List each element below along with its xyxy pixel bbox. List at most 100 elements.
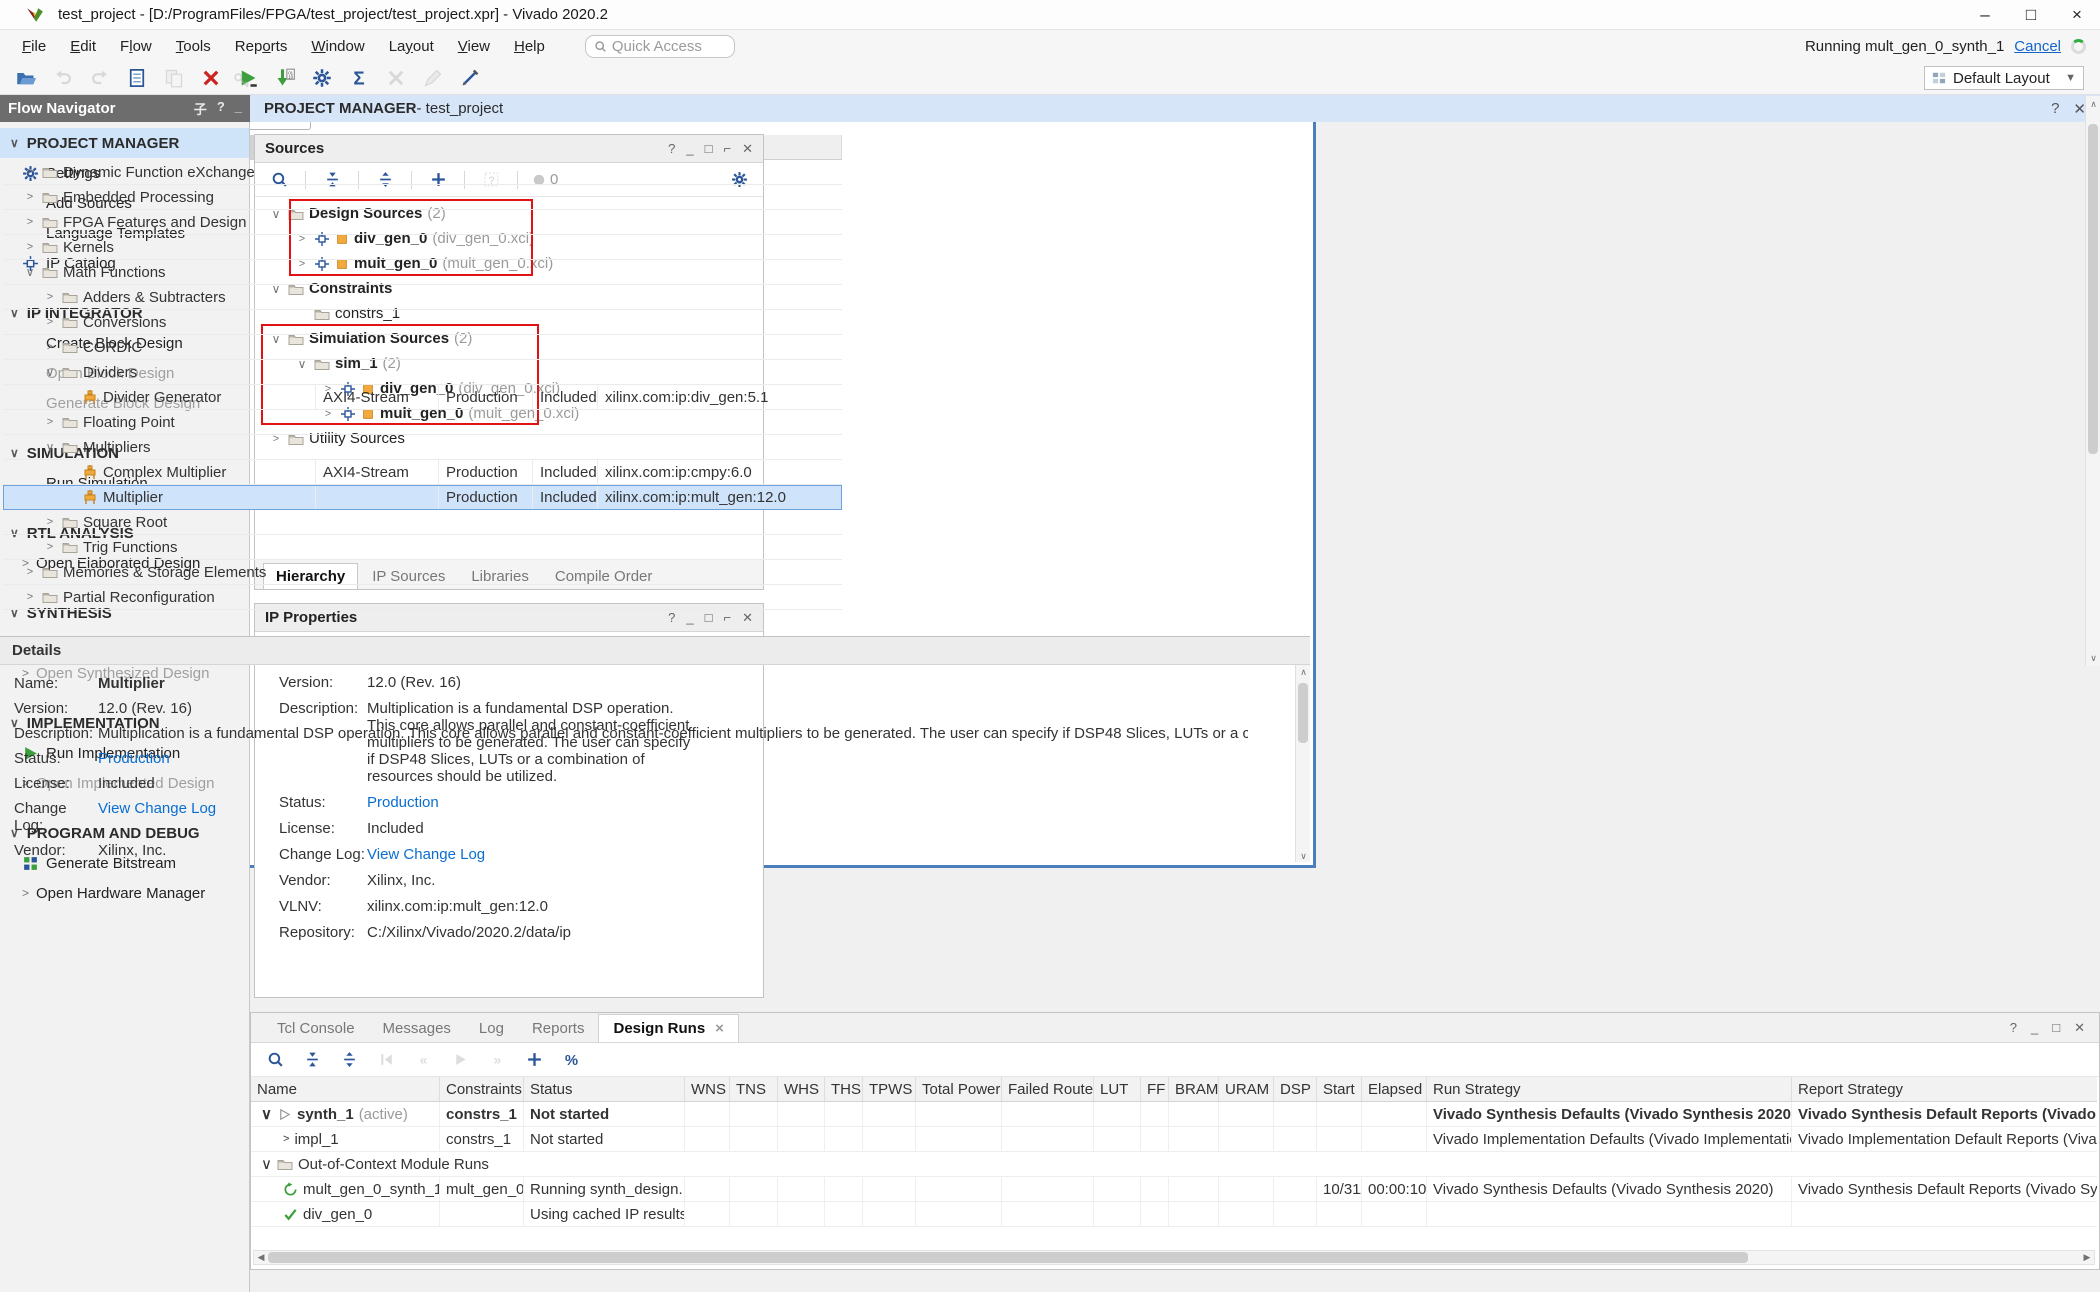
scroll-down-icon[interactable]: ∨ — [2086, 650, 2100, 666]
menu-flow[interactable]: Flow — [108, 34, 164, 59]
maximize-panel-icon[interactable]: □ — [705, 141, 713, 157]
probe-button[interactable] — [458, 66, 482, 90]
step-arrow-button[interactable]: 0110 — [273, 66, 297, 90]
minimize-panel-icon[interactable]: _ — [2031, 1020, 2038, 1036]
chevron-right-icon[interactable]: > — [23, 191, 37, 203]
column-header-name[interactable]: Name — [251, 1077, 440, 1101]
tab-tcl-console[interactable]: Tcl Console — [263, 1015, 369, 1042]
chevron-right-icon[interactable]: > — [283, 1133, 289, 1145]
catalog-item-memories-storage-elements[interactable]: >Memories & Storage Elements — [3, 560, 842, 585]
chevron-down-icon[interactable]: ∨ — [43, 365, 57, 379]
column-header-ff[interactable]: FF — [1141, 1077, 1169, 1101]
catalog-item-fpga-features-and-design[interactable]: >FPGA Features and Design — [3, 210, 842, 235]
column-header-lut[interactable]: LUT — [1094, 1077, 1141, 1101]
scroll-right-icon[interactable]: ▶ — [2080, 1252, 2094, 1263]
collapse-all-icon[interactable]: ⼦ — [194, 99, 207, 118]
collapse-button[interactable] — [300, 1048, 324, 1072]
flow-item-open-hardware-manager[interactable]: >Open Hardware Manager — [0, 878, 249, 908]
tab-log[interactable]: Log — [465, 1015, 518, 1042]
catalog-item-embedded-processing[interactable]: >Embedded Processing — [3, 185, 842, 210]
chevron-right-icon[interactable]: > — [43, 341, 57, 353]
catalog-item-multipliers[interactable]: ∨Multipliers — [3, 435, 842, 460]
menu-edit[interactable]: Edit — [58, 34, 108, 59]
close-window-button[interactable]: × — [2054, 0, 2100, 30]
cancel-link[interactable]: Cancel — [2014, 38, 2061, 55]
minimize-panel-icon[interactable]: _ — [235, 99, 242, 118]
help-icon[interactable]: ? — [668, 141, 675, 157]
search-button[interactable] — [263, 1048, 287, 1072]
chevron-right-icon[interactable]: > — [23, 566, 37, 578]
run-row-impl_1[interactable]: >impl_1constrs_1Not startedVivado Implem… — [251, 1127, 2097, 1152]
menu-help[interactable]: Help — [502, 34, 557, 59]
catalog-item-partial-reconfiguration[interactable]: >Partial Reconfiguration — [3, 585, 842, 610]
maximize-window-button[interactable]: □ — [2008, 0, 2054, 30]
catalog-item-conversions[interactable]: >Conversions — [3, 310, 842, 335]
chevron-right-icon[interactable]: > — [43, 416, 57, 428]
flow-section-project-manager[interactable]: ∨PROJECT MANAGER — [0, 128, 249, 158]
column-header-tpws[interactable]: TPWS — [863, 1077, 916, 1101]
percent-button[interactable]: % — [559, 1048, 583, 1072]
plus-button[interactable] — [522, 1048, 546, 1072]
minimize-window-button[interactable]: – — [1962, 0, 2008, 30]
tab-design-runs[interactable]: Design Runs× — [598, 1014, 738, 1042]
column-header-wns[interactable]: WNS — [685, 1077, 730, 1101]
column-header-dsp[interactable]: DSP — [1274, 1077, 1317, 1101]
vertical-scrollbar[interactable]: ∧ ∨ — [1295, 665, 1310, 862]
menu-view[interactable]: View — [446, 34, 502, 59]
chevron-right-icon[interactable]: > — [43, 316, 57, 328]
catalog-item-math-functions[interactable]: ∨Math Functions — [3, 260, 842, 285]
chevron-right-icon[interactable]: > — [43, 291, 57, 303]
float-panel-icon[interactable]: ⌐ — [724, 610, 732, 626]
catalog-item-trig-functions[interactable]: >Trig Functions — [3, 535, 842, 560]
quick-access-input[interactable]: Quick Access — [585, 35, 735, 58]
catalog-item-complex-multiplier[interactable]: Complex MultiplierAXI4-StreamProductionI… — [3, 460, 842, 485]
chevron-right-icon[interactable]: > — [23, 166, 37, 178]
chevron-right-icon[interactable]: > — [43, 541, 57, 553]
expand-button[interactable] — [337, 1048, 361, 1072]
scrollbar-thumb[interactable] — [268, 1252, 1748, 1263]
help-icon[interactable]: ? — [2010, 1020, 2017, 1036]
vertical-scrollbar[interactable]: ∧ ∨ — [2085, 96, 2100, 666]
tab-reports[interactable]: Reports — [518, 1015, 599, 1042]
catalog-item-divider-generator[interactable]: Divider GeneratorAXI4-StreamProductionIn… — [3, 385, 842, 410]
catalog-item-dividers[interactable]: ∨Dividers — [3, 360, 842, 385]
runs-group-row[interactable]: ∨Out-of-Context Module Runs — [251, 1152, 2097, 1177]
run-row-synth_1[interactable]: ∨synth_1 (active)constrs_1Not startedViv… — [251, 1102, 2097, 1127]
settings-gear-button[interactable] — [310, 66, 334, 90]
scroll-up-icon[interactable]: ∧ — [2086, 96, 2100, 112]
scroll-up-icon[interactable]: ∧ — [1296, 665, 1310, 679]
chevron-right-icon[interactable]: > — [23, 591, 37, 603]
tab-messages[interactable]: Messages — [369, 1015, 465, 1042]
column-header-total-power[interactable]: Total Power — [916, 1077, 1002, 1101]
layout-selector[interactable]: Default Layout ▼ — [1924, 66, 2084, 90]
column-header-uram[interactable]: URAM — [1219, 1077, 1274, 1101]
column-header-run-strategy[interactable]: Run Strategy — [1427, 1077, 1792, 1101]
chevron-down-icon[interactable]: ∨ — [43, 440, 57, 454]
chevron-down-icon[interactable]: ∨ — [261, 1155, 272, 1173]
scrollbar-thumb[interactable] — [2088, 124, 2098, 454]
close-tab-icon[interactable]: × — [715, 1020, 724, 1037]
chevron-right-icon[interactable]: > — [23, 241, 37, 253]
chevron-right-icon[interactable]: > — [23, 216, 37, 228]
menu-window[interactable]: Window — [299, 34, 376, 59]
close-panel-icon[interactable]: ✕ — [2074, 1020, 2085, 1036]
menu-layout[interactable]: Layout — [377, 34, 446, 59]
column-header-constraints[interactable]: Constraints — [440, 1077, 524, 1101]
run-row-mult_gen_0_synth_1[interactable]: mult_gen_0_synth_1mult_gen_0Running synt… — [251, 1177, 2097, 1202]
help-icon[interactable]: ? — [668, 610, 675, 626]
help-icon[interactable]: ? — [2051, 100, 2059, 118]
scroll-down-icon[interactable]: ∨ — [1296, 849, 1310, 862]
sigma-button[interactable]: Σ — [347, 66, 371, 90]
chevron-right-icon[interactable]: > — [43, 516, 57, 528]
column-header-report-strategy[interactable]: Report Strategy — [1792, 1077, 2097, 1101]
column-header-status[interactable]: Status — [524, 1077, 685, 1101]
catalog-item-dynamic-function-exchange[interactable]: >Dynamic Function eXchange — [3, 160, 842, 185]
open-folder-button[interactable] — [14, 66, 38, 90]
column-header-bram[interactable]: BRAM — [1169, 1077, 1219, 1101]
horizontal-scrollbar[interactable]: ◀ ▶ — [253, 1250, 2095, 1265]
float-panel-icon[interactable]: ⌐ — [724, 141, 732, 157]
details-value[interactable]: Production — [98, 750, 1248, 767]
maximize-panel-icon[interactable]: □ — [2052, 1020, 2060, 1036]
minimize-panel-icon[interactable]: _ — [686, 141, 693, 157]
chevron-down-icon[interactable]: ∨ — [261, 1105, 272, 1123]
